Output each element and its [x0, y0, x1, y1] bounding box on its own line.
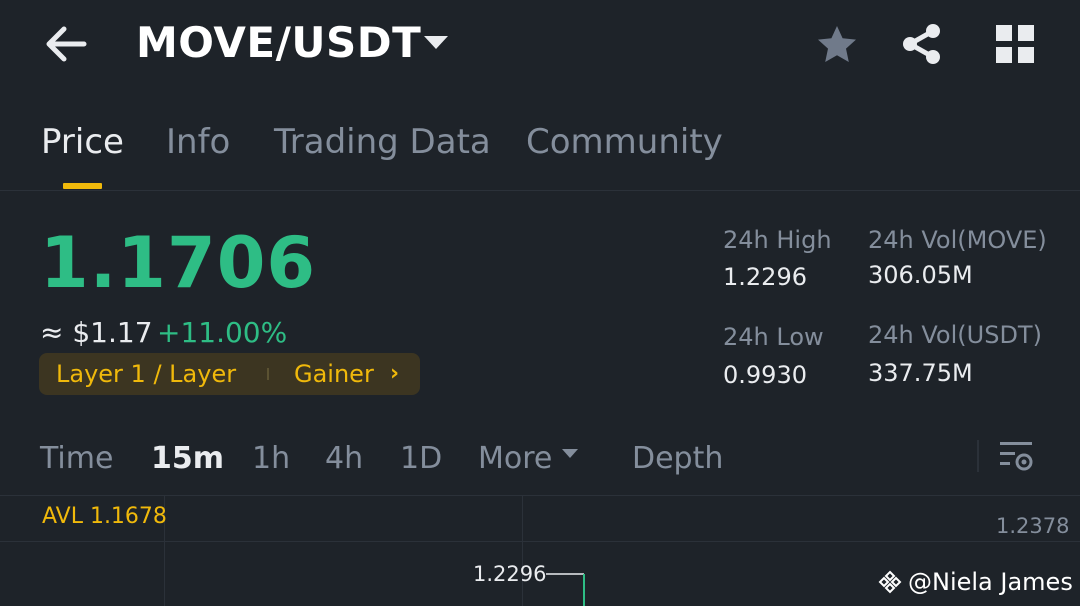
interval-more[interactable]: More — [478, 441, 552, 476]
stat-vol-quote-label: 24h Vol(USDT) — [868, 321, 1042, 349]
tab-trading-data[interactable]: Trading Data — [274, 122, 491, 162]
stat-vol-base-value: 306.05M — [868, 261, 973, 289]
y-axis-top-label: 1.2378 — [996, 514, 1070, 538]
stat-high-value: 1.2296 — [723, 263, 807, 291]
tab-price[interactable]: Price — [41, 122, 124, 162]
watermark: @Niela James — [878, 568, 1073, 596]
last-price: 1.1706 — [40, 222, 317, 304]
stat-vol-quote-value: 337.75M — [868, 359, 973, 387]
tab-community[interactable]: Community — [526, 122, 723, 162]
stat-low-label: 24h Low — [723, 323, 824, 351]
avl-label: AVL 1.1678 — [42, 504, 167, 529]
depth-tab[interactable]: Depth — [632, 441, 723, 476]
dropdown-caret-icon[interactable] — [424, 36, 448, 49]
grid-icon[interactable] — [996, 25, 1034, 63]
interval-15m[interactable]: 15m — [151, 441, 224, 476]
more-caret-icon[interactable] — [562, 449, 578, 458]
stat-high-label: 24h High — [723, 226, 832, 254]
chart-settings-icon[interactable] — [998, 438, 1034, 474]
price-change-percent: +11.00% — [157, 316, 288, 349]
tag-rank[interactable]: Gainer — [294, 360, 374, 388]
share-icon[interactable] — [900, 22, 944, 66]
high-marker-label: 1.2296 — [473, 562, 547, 586]
tag-separator — [267, 368, 269, 380]
star-icon[interactable] — [816, 24, 858, 66]
back-arrow-icon[interactable] — [44, 24, 88, 64]
tab-info[interactable]: Info — [166, 122, 230, 162]
active-tab-indicator — [63, 183, 102, 189]
stat-vol-base-label: 24h Vol(MOVE) — [868, 226, 1047, 254]
stat-low-value: 0.9930 — [723, 361, 807, 389]
interval-4h[interactable]: 4h — [325, 441, 363, 476]
interval-1h[interactable]: 1h — [252, 441, 290, 476]
tag-category[interactable]: Layer 1 / Layer — [56, 360, 236, 388]
vertical-separator — [977, 440, 979, 472]
pair-title[interactable]: MOVE/USDT — [136, 18, 421, 67]
binance-logo-icon — [878, 570, 902, 594]
interval-1d[interactable]: 1D — [400, 441, 442, 476]
chevron-right-icon[interactable]: › — [390, 361, 399, 386]
watermark-text: @Niela James — [908, 568, 1073, 596]
divider — [0, 190, 1080, 191]
price-usd-approx: ≈ $1.17 — [40, 316, 153, 349]
interval-time[interactable]: Time — [40, 441, 113, 476]
